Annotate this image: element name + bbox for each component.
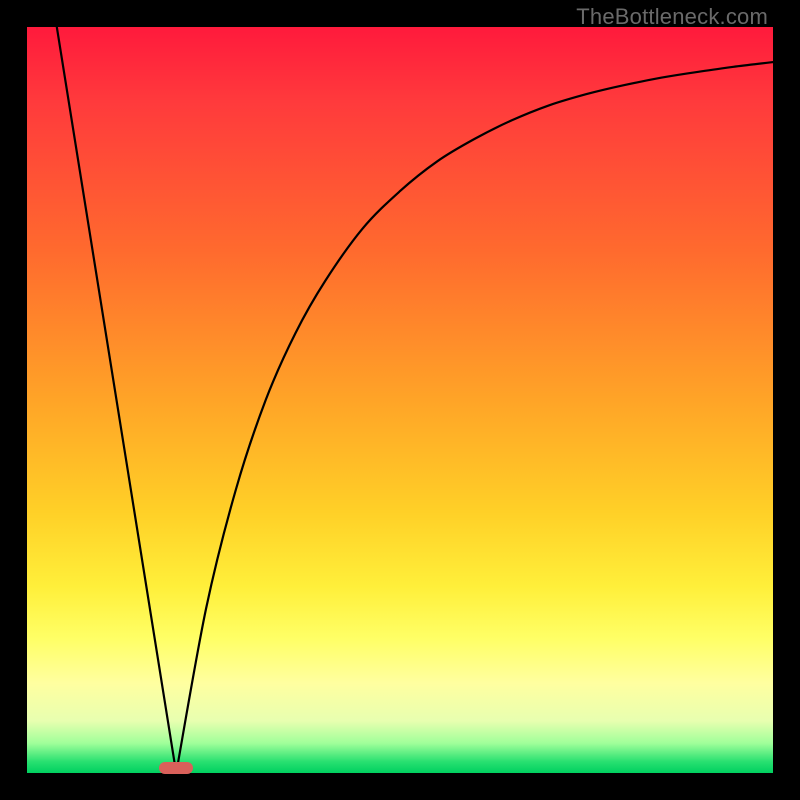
bottleneck-curve [27,27,773,773]
minimum-marker [159,762,193,774]
curve-left-branch [57,27,176,773]
curve-right-branch [176,62,773,773]
chart-frame: TheBottleneck.com [0,0,800,800]
watermark-text: TheBottleneck.com [576,4,768,30]
plot-area [27,27,773,773]
